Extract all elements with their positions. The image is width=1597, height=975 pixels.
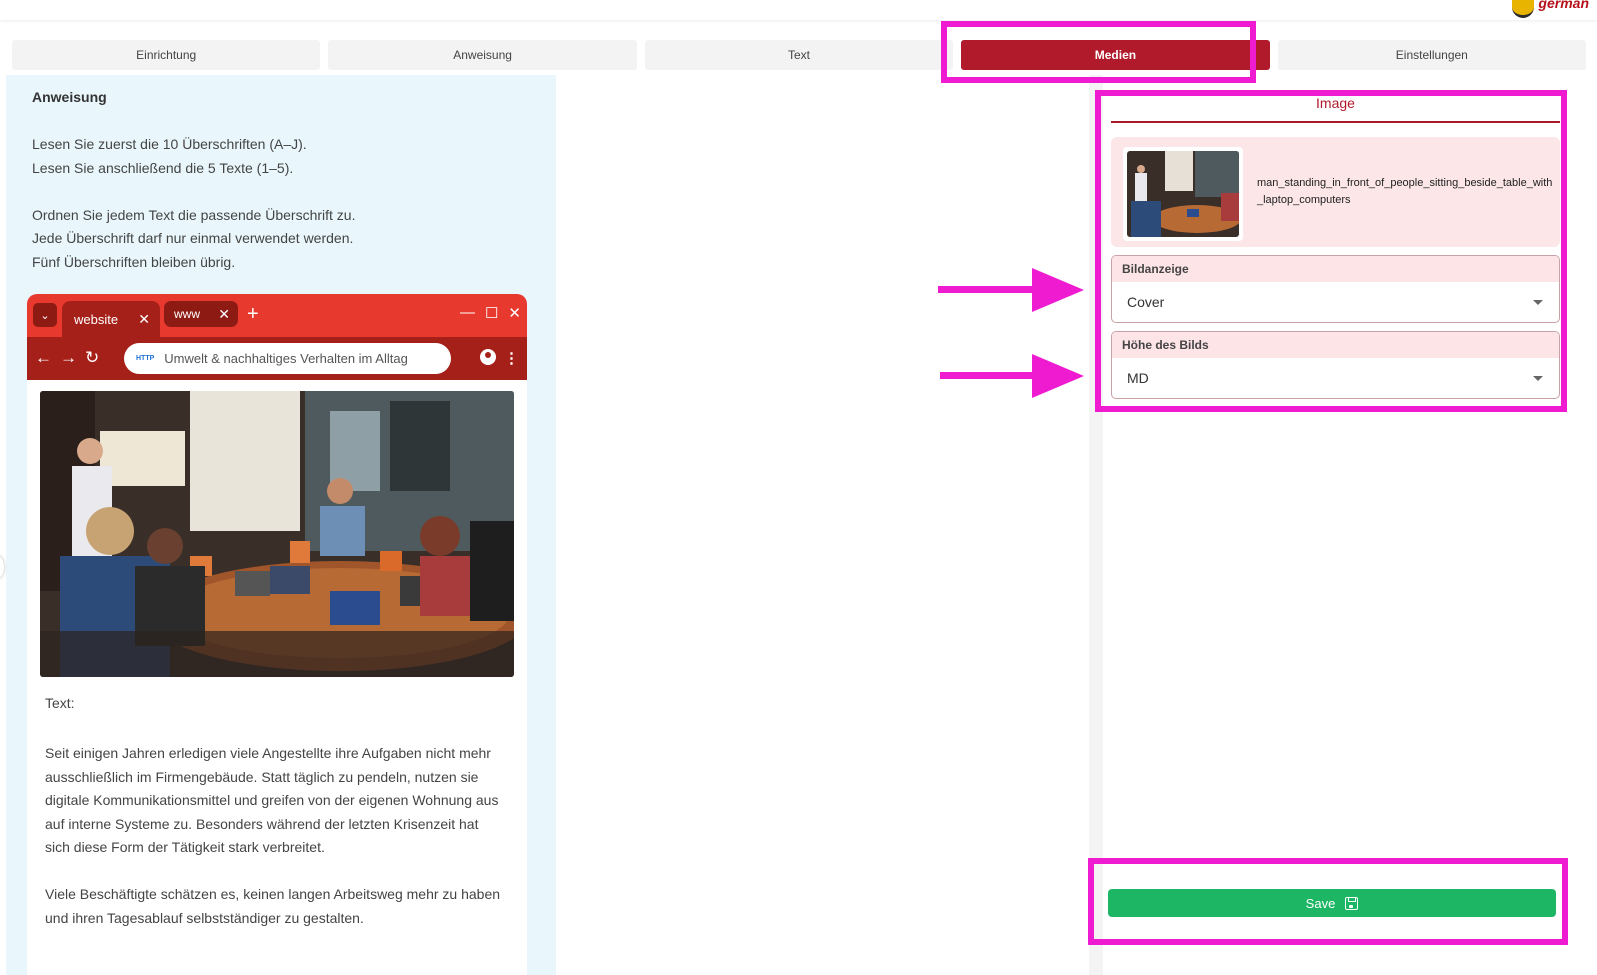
paragraph: Seit einigen Jahren erledigen viele Ange…: [45, 745, 499, 855]
close-icon: ✕: [508, 305, 521, 322]
tab-einstellungen[interactable]: Einstellungen: [1277, 40, 1587, 70]
back-arrow-icon: ←: [35, 348, 52, 367]
tab-bar: Einrichtung Anweisung Text Medien Einste…: [12, 40, 1587, 70]
instruction-title: Anweisung: [32, 89, 107, 105]
tab-anweisung[interactable]: Anweisung: [328, 40, 637, 70]
profile-icon: [480, 349, 496, 365]
instruction-text: Lesen Sie zuerst die 10 Überschriften (A…: [32, 136, 356, 270]
minimize-icon: —: [459, 304, 475, 321]
tab-text[interactable]: Text: [644, 40, 954, 70]
logo: german: [1512, 0, 1589, 18]
close-icon: ✕: [138, 310, 150, 327]
browser-tab-website: website ✕: [62, 301, 160, 337]
browser-nav-bar: ← → ↻ HTTP Umwelt & nachhaltiges Verhalt…: [27, 337, 527, 380]
plus-icon: +: [247, 303, 259, 325]
text-label: Text:: [45, 695, 75, 711]
forward-arrow-icon: →: [60, 348, 77, 367]
browser-nav-buttons: ← → ↻: [35, 348, 99, 368]
url-text: Umwelt & nachhaltiges Verhalten im Allta…: [164, 351, 408, 366]
arrow-right-icon: [940, 354, 1084, 398]
tab-einrichtung[interactable]: Einrichtung: [12, 40, 321, 70]
browser-right-icons: ⋮: [480, 349, 519, 367]
paragraph: Viele Beschäftigte schätzen es, keinen l…: [45, 886, 501, 926]
text-body: Seit einigen Jahren erledigen viele Ange…: [45, 742, 505, 954]
arrow-right-icon: [938, 268, 1084, 312]
highlight-media-settings: [1095, 90, 1567, 412]
browser-url-bar: HTTP Umwelt & nachhaltiges Verhalten im …: [124, 343, 451, 374]
browser-mockup: ⌄ website ✕ www ✕ + — ☐ ✕ ← → ↻ HTTP Umw…: [27, 294, 527, 975]
close-icon: ✕: [218, 305, 230, 322]
browser-chevron-down-icon: ⌄: [33, 303, 57, 327]
meeting-photo: [40, 391, 514, 677]
collapse-handle[interactable]: [0, 556, 4, 578]
browser-tab-www: www ✕: [164, 301, 238, 327]
logo-mark-icon: [1512, 0, 1535, 18]
highlight-medien-tab: [941, 21, 1256, 83]
browser-tab-label: website: [74, 311, 119, 327]
more-vertical-icon: ⋮: [504, 350, 519, 367]
logo-text: german: [1538, 0, 1589, 11]
http-badge: HTTP: [136, 355, 155, 362]
window-controls: — ☐ ✕: [460, 304, 521, 322]
browser-tab-bar: ⌄ website ✕ www ✕ + — ☐ ✕: [27, 294, 527, 337]
meeting-photo-image: [40, 391, 514, 677]
browser-tab-label: www: [174, 307, 200, 321]
maximize-icon: ☐: [484, 305, 499, 322]
highlight-save-button: [1088, 858, 1568, 945]
reload-icon: ↻: [85, 348, 100, 367]
top-bar: german: [0, 0, 1597, 20]
preview-panel: Anweisung Lesen Sie zuerst die 10 Übersc…: [6, 75, 556, 975]
